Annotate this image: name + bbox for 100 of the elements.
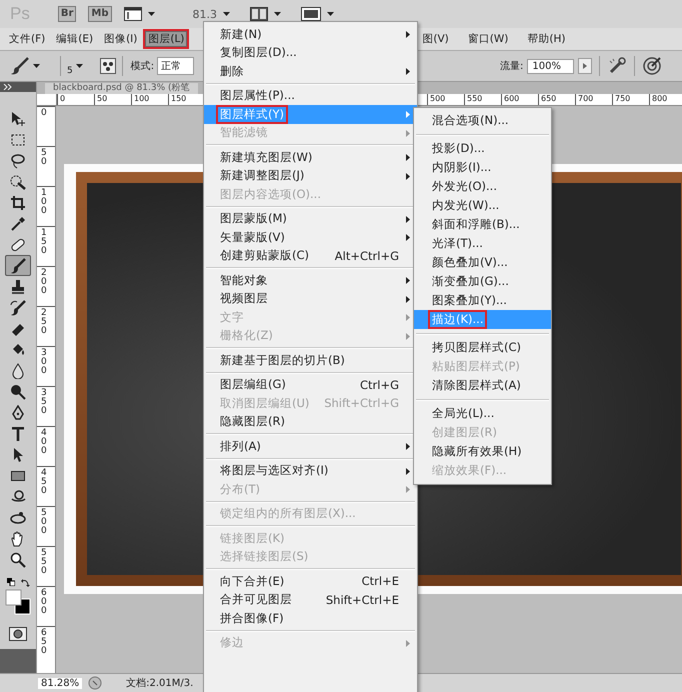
zoom-field[interactable]: 81.28% xyxy=(38,678,82,688)
ruler-number: 0 xyxy=(41,109,48,118)
menu-bar-item[interactable]: 窗口(W) xyxy=(462,29,514,49)
menu-item-label: 图层蒙版(M) xyxy=(219,210,288,228)
zoom-level[interactable]: 81.3 xyxy=(192,8,218,20)
menu-item[interactable]: 颜色叠加(V)... xyxy=(414,253,551,272)
mode-label: 模式: xyxy=(130,60,154,73)
menu-item[interactable]: 斜面和浮雕(B)... xyxy=(414,215,551,234)
brush-icon[interactable] xyxy=(5,255,31,276)
menu-item[interactable]: 新建(N) xyxy=(204,25,417,44)
menu-item[interactable]: 删除 xyxy=(204,62,417,80)
menu-item[interactable]: 新建调整图层(J) xyxy=(204,166,417,185)
menu-item-label: 向下合并(E) xyxy=(219,572,286,590)
panel-footer xyxy=(0,649,36,673)
menu-item[interactable]: 隐藏所有效果(H) xyxy=(414,442,551,461)
caret-icon[interactable] xyxy=(327,12,334,16)
menu-item[interactable]: 视频图层 xyxy=(204,290,417,308)
info-icon[interactable] xyxy=(88,676,102,690)
arrange-documents-icon[interactable] xyxy=(250,7,268,21)
menu-item[interactable]: 隐藏图层(R) xyxy=(204,412,417,431)
menu-item[interactable]: 合并可见图层 Shift+Ctrl+E xyxy=(204,590,417,609)
ruler-number: 300 xyxy=(41,349,48,376)
brush-panel-icon[interactable] xyxy=(100,58,116,74)
menu-item-label: 新建基于图层的切片(B) xyxy=(219,352,346,369)
caret-icon[interactable] xyxy=(148,12,155,16)
menu-item[interactable]: 内发光(W)... xyxy=(414,196,551,215)
menu-item-label: 删除 xyxy=(219,62,245,80)
menu-item[interactable]: 矢量蒙版(V) xyxy=(204,228,417,246)
menu-item[interactable]: 全局光(L)... xyxy=(414,404,551,423)
ruler-number: 150 xyxy=(41,229,48,256)
menu-item[interactable]: 外发光(O)... xyxy=(414,177,551,196)
menu-bar-item[interactable]: 编辑(E) xyxy=(51,29,98,49)
menu-item[interactable]: 新建基于图层的切片(B) xyxy=(204,351,417,370)
brush-size[interactable]: 5 xyxy=(67,56,73,76)
flow-field[interactable]: 100% xyxy=(527,58,574,74)
document-tab[interactable]: blackboard.psd @ 81.3% (粉笔 xyxy=(45,83,198,94)
screen-mode-icon[interactable] xyxy=(301,7,322,21)
ruler-number: 50 xyxy=(94,94,131,105)
menu-item[interactable]: 排列(A) xyxy=(204,437,417,456)
ruler-number: 800 xyxy=(649,94,682,105)
menu-bar-item[interactable]: 文件(F) xyxy=(4,29,50,49)
menu-item[interactable]: 新建填充图层(W) xyxy=(204,148,417,166)
menu-item-label: 混合选项(N)... xyxy=(431,112,510,129)
menu-bar-item[interactable]: 图像(I) xyxy=(99,29,142,49)
menu-item[interactable]: 投影(D)... xyxy=(414,139,551,158)
shortcut-label: Shift+Ctrl+E xyxy=(326,592,400,607)
caret-icon[interactable] xyxy=(33,64,40,68)
menu-bar-item[interactable]: 帮助(H) xyxy=(522,29,570,49)
menu-item-label: 创建剪贴蒙版(C) xyxy=(219,247,310,264)
bridge-button[interactable]: Br xyxy=(58,6,76,22)
menu-item[interactable]: 图层编组(G) Ctrl+G xyxy=(204,376,417,394)
menu-bar-item[interactable]: 图层(L) xyxy=(143,29,190,49)
ruler-number: 350 xyxy=(41,389,48,416)
ruler-number: 50 xyxy=(41,149,48,167)
menu-item[interactable]: 智能对象 xyxy=(204,271,417,290)
menu-item-label: 选择链接图层(S) xyxy=(219,548,310,566)
mode-dropdown[interactable]: 正常 xyxy=(157,57,194,75)
menu-item[interactable]: 图案叠加(Y)... xyxy=(414,291,551,310)
menu-item[interactable]: 复制图层(D)... xyxy=(204,44,417,62)
menu-item[interactable]: 创建剪贴蒙版(C) Alt+Ctrl+G xyxy=(204,246,417,265)
flow-label: 流量: xyxy=(500,60,524,73)
menu-item-label: 图层样式(Y) xyxy=(216,104,288,124)
caret-icon[interactable] xyxy=(223,12,230,16)
menu-item[interactable]: 拷贝图层样式(C) xyxy=(414,338,551,357)
menu-item[interactable]: 图层属性(P)... xyxy=(204,86,417,105)
quick-mask-icon[interactable] xyxy=(9,627,27,641)
caret-icon[interactable] xyxy=(76,64,83,68)
menu-item[interactable]: 将图层与选区对齐(I) xyxy=(204,462,417,480)
shortcut-label: Ctrl+E xyxy=(362,574,400,588)
brush-icon[interactable] xyxy=(10,56,30,76)
menu-item-label: 光泽(T)... xyxy=(431,235,484,252)
swap-arrows-icon[interactable] xyxy=(20,578,30,587)
caret-icon[interactable] xyxy=(274,12,282,16)
menu-item-label: 隐藏图层(R) xyxy=(219,413,286,430)
menu-item[interactable]: 图层蒙版(M) xyxy=(204,210,417,228)
menu-item-label: 图案叠加(Y)... xyxy=(431,292,508,309)
airbrush-icon[interactable] xyxy=(607,56,627,76)
menu-item[interactable]: 混合选项(N)... xyxy=(414,111,551,130)
menu-item-label: 文字 xyxy=(219,308,245,326)
menu-item[interactable]: 向下合并(E) Ctrl+E xyxy=(204,572,417,590)
ruler-number: 500 xyxy=(427,94,464,105)
ruler-number: 500 xyxy=(41,509,48,536)
pressure-pen-icon[interactable] xyxy=(642,56,662,76)
color-swatches-icon[interactable] xyxy=(5,589,31,615)
shortcut-label: Alt+Ctrl+G xyxy=(334,248,400,263)
shortcut-label: Ctrl+G xyxy=(360,378,400,392)
menu-item-label: 新建调整图层(J) xyxy=(219,167,306,184)
menu-item[interactable]: 光泽(T)... xyxy=(414,234,551,253)
mini-bridge-button[interactable]: Mb xyxy=(88,6,112,22)
view-extras-icon[interactable] xyxy=(124,7,142,21)
collapse-icon[interactable] xyxy=(3,84,13,90)
menu-item[interactable]: 拼合图像(F) xyxy=(204,609,417,628)
document-size-info: 文档:2.01M/3. xyxy=(126,676,194,690)
menu-bar-item[interactable]: 图(V) xyxy=(417,29,454,49)
ruler-number: 650 xyxy=(538,94,575,105)
default-colors-icon[interactable] xyxy=(6,578,14,586)
menu-item[interactable]: 清除图层样式(A) xyxy=(414,376,551,395)
menu-item[interactable]: 渐变叠加(G)... xyxy=(414,272,551,291)
menu-item-label: 链接图层(K) xyxy=(219,530,286,547)
menu-item[interactable]: 内阴影(I)... xyxy=(414,158,551,177)
